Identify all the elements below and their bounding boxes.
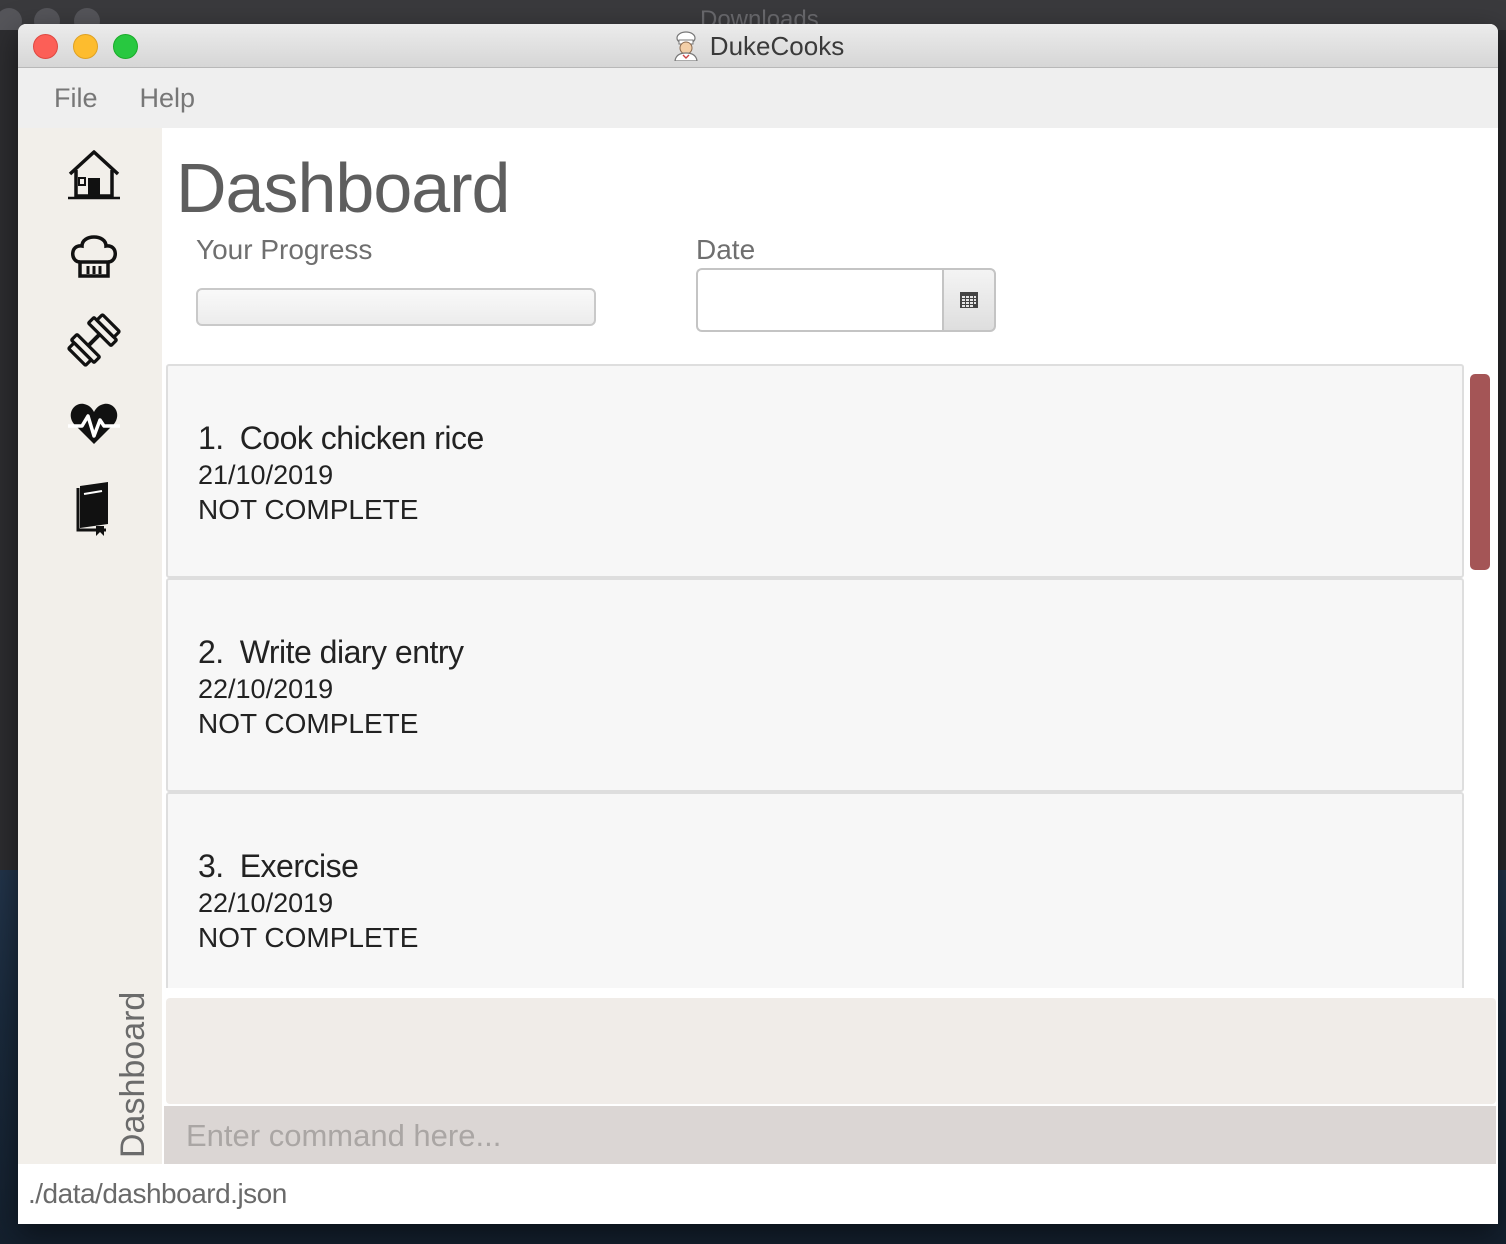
window-title: DukeCooks <box>709 30 845 61</box>
sidebar-item-exercise[interactable] <box>66 312 122 368</box>
background-window-edge-right <box>1498 30 1506 870</box>
task-number: 3. <box>198 848 224 884</box>
task-card[interactable]: 2. Write diary entry 22/10/2019 NOT COMPL… <box>166 578 1464 792</box>
sidebar-item-dashboard[interactable] <box>66 146 122 202</box>
task-title: 2. Write diary entry <box>198 634 464 671</box>
sidebar-item-recipes[interactable] <box>66 228 122 284</box>
progress-label: Your Progress <box>196 234 373 265</box>
house-icon <box>68 150 120 200</box>
menu-file[interactable]: File <box>54 83 98 114</box>
task-card[interactable]: 3. Exercise 22/10/2019 NOT COMPLETE <box>166 792 1464 988</box>
task-date: 22/10/2019 <box>198 674 334 704</box>
task-number: 1. <box>198 420 224 456</box>
task-date: 22/10/2019 <box>198 888 334 918</box>
main-panel: Dashboard Your Progress Date 1. Cook chic… <box>162 128 1498 1166</box>
sidebar: Dashboard <box>18 128 162 1164</box>
sidebar-item-health[interactable] <box>66 396 122 452</box>
app-window: DukeCooks File Help Dashboard Dashboard … <box>18 24 1498 1224</box>
sidebar-item-diary[interactable] <box>66 480 122 536</box>
task-title: 1. Cook chicken rice <box>198 420 484 457</box>
task-status: NOT COMPLETE <box>198 708 419 739</box>
task-name: Cook chicken rice <box>239 420 485 456</box>
task-status: NOT COMPLETE <box>198 922 419 953</box>
task-number: 2. <box>198 634 224 670</box>
dumbbell-icon <box>67 313 121 367</box>
title-bar[interactable]: DukeCooks <box>18 24 1498 68</box>
task-list[interactable]: 1. Cook chicken rice 21/10/2019 NOT COMPL… <box>166 364 1464 988</box>
heart-pulse-icon <box>68 403 120 444</box>
task-list-scrollbar[interactable] <box>1470 374 1490 570</box>
close-window-button[interactable] <box>33 34 58 59</box>
menu-help[interactable]: Help <box>140 83 196 114</box>
date-picker-button[interactable] <box>942 268 996 332</box>
diary-book-icon <box>76 482 108 536</box>
calendar-icon <box>960 292 978 308</box>
page-title: Dashboard <box>176 149 510 227</box>
chef-avatar-icon <box>672 31 700 62</box>
command-input[interactable] <box>164 1106 1496 1166</box>
task-status: NOT COMPLETE <box>198 494 419 525</box>
task-title: 3. Exercise <box>198 848 359 885</box>
task-card[interactable]: 1. Cook chicken rice 21/10/2019 NOT COMPL… <box>166 364 1464 578</box>
result-display <box>166 998 1496 1104</box>
date-label: Date <box>696 234 756 265</box>
chef-hat-icon <box>71 235 117 278</box>
data-file-path: ./data/dashboard.json <box>28 1178 287 1209</box>
task-date: 21/10/2019 <box>198 460 334 490</box>
maximize-window-button[interactable] <box>113 34 138 59</box>
task-name: Write diary entry <box>239 634 464 670</box>
task-name: Exercise <box>239 848 359 884</box>
current-view-label: Dashboard <box>114 991 152 1158</box>
status-bar: ./data/dashboard.json <box>18 1164 1498 1224</box>
menu-bar: File Help <box>18 68 1498 128</box>
date-field[interactable] <box>696 268 944 332</box>
background-window-edge <box>0 30 18 870</box>
minimize-window-button[interactable] <box>73 34 98 59</box>
progress-bar <box>196 288 596 326</box>
